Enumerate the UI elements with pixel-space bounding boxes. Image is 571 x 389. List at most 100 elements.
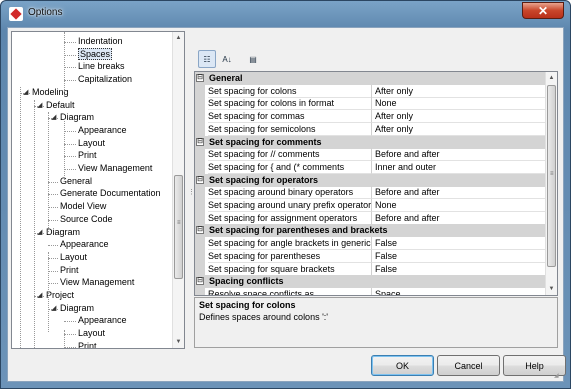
tree-item[interactable]: Source Code <box>60 213 113 226</box>
grid-property-row[interactable]: Set spacing for semicolons After only <box>195 122 545 136</box>
tree-item[interactable]: Spaces <box>78 47 113 61</box>
tree-item[interactable]: Capitalization <box>78 73 132 86</box>
property-value[interactable]: After only <box>371 110 545 124</box>
tree-scroll-thumb[interactable]: ≡ <box>174 175 183 279</box>
tree-item-label: Print <box>60 264 79 275</box>
splitter-grip-icon[interactable]: ⋮ <box>188 188 195 196</box>
grid-row-margin <box>195 249 205 263</box>
grid-category-row[interactable]: ⊟ Spacing conflicts <box>195 275 545 289</box>
options-tree[interactable]: ▲ ≡ ▼ Indentation Spaces Line breaks Capita… <box>11 31 185 349</box>
tree-item[interactable]: Default <box>46 99 75 112</box>
scroll-down-arrow-icon[interactable]: ▼ <box>546 283 557 295</box>
grid-property-row[interactable]: Set spacing for commas After only <box>195 110 545 124</box>
grid-property-row[interactable]: Set spacing for { and (* comments Inner a… <box>195 160 545 174</box>
collapse-toggle-icon[interactable]: ⊟ <box>196 74 204 82</box>
property-value[interactable]: Before and after <box>371 211 545 225</box>
tree-item[interactable]: Diagram <box>60 111 94 124</box>
tree-item[interactable]: Diagram <box>46 226 80 239</box>
tree-item[interactable]: Appearance <box>60 238 109 251</box>
tree-item[interactable]: Print <box>60 264 79 277</box>
tree-item[interactable]: Layout <box>78 137 105 150</box>
property-value[interactable]: False <box>371 262 545 276</box>
cancel-button[interactable]: Cancel <box>437 355 500 376</box>
property-grid[interactable]: ▲ ≡ ▼ ⊟ General Set spacing for colons Afte… <box>194 71 558 296</box>
tree-item[interactable]: View Management <box>60 276 134 289</box>
property-value[interactable]: Space <box>371 287 545 295</box>
tree-item[interactable]: Layout <box>60 251 87 264</box>
tree-connector <box>64 130 76 132</box>
grid-property-row[interactable]: Set spacing for angle brackets in generi… <box>195 237 545 251</box>
grid-property-row[interactable]: Set spacing around unary prefix operator… <box>195 199 545 212</box>
expand-triangle-icon[interactable]: ◢ <box>37 292 43 299</box>
grid-property-row[interactable]: Set spacing for // comments Before and af… <box>195 148 545 162</box>
close-button[interactable]: ✕ <box>522 2 564 19</box>
property-value[interactable]: False <box>371 237 545 251</box>
scroll-up-arrow-icon[interactable]: ▲ <box>546 72 557 84</box>
grid-row-margin <box>195 84 205 98</box>
property-value[interactable]: After only <box>371 84 545 98</box>
property-value[interactable]: None <box>371 97 545 111</box>
options-window: Options ✕ ▲ ≡ ▼ Indentation Spaces Line br… <box>0 0 571 389</box>
expand-triangle-icon[interactable]: ◢ <box>51 305 57 312</box>
grid-row-margin <box>195 262 205 276</box>
grid-property-row[interactable]: Set spacing for square brackets False <box>195 262 545 276</box>
property-value[interactable]: Before and after <box>371 148 545 162</box>
tree-item-label: Diagram <box>46 226 81 237</box>
collapse-toggle-icon[interactable]: ⊟ <box>196 137 204 146</box>
tree-connector <box>64 143 76 145</box>
grid-property-row[interactable]: Set spacing for parentheses False <box>195 249 545 263</box>
scroll-up-arrow-icon[interactable]: ▲ <box>173 32 184 44</box>
tree-item[interactable]: Print <box>78 340 97 348</box>
grid-category-label: Spacing conflicts <box>209 276 284 287</box>
tree-item[interactable]: Appearance <box>78 314 127 327</box>
grid-scroll-thumb[interactable]: ≡ <box>547 85 556 267</box>
grid-property-row[interactable]: Set spacing around binary operators Befor… <box>195 186 545 200</box>
tree-scrollbar[interactable]: ▲ ≡ ▼ <box>172 32 184 348</box>
tree-guide-line <box>64 32 65 92</box>
tree-item[interactable]: Print <box>78 149 97 162</box>
grid-category-row[interactable]: ⊟ Set spacing for parentheses and bracket… <box>195 224 545 238</box>
grid-category-row[interactable]: ⊟ General <box>195 72 545 85</box>
tree-item[interactable]: Line breaks <box>78 60 125 73</box>
expand-triangle-icon[interactable]: ◢ <box>37 229 43 236</box>
tree-item[interactable]: Indentation <box>78 35 123 48</box>
grid-property-row[interactable]: Set spacing for assignment operators Befo… <box>195 211 545 225</box>
tree-item[interactable]: Model View <box>60 200 106 213</box>
expand-triangle-icon[interactable]: ◢ <box>37 102 43 109</box>
tree-item[interactable]: View Management <box>78 162 152 175</box>
property-value[interactable]: False <box>371 249 545 263</box>
tree-item[interactable]: Appearance <box>78 124 127 137</box>
expand-triangle-icon[interactable]: ◢ <box>51 114 57 121</box>
grid-property-row[interactable]: Set spacing for colons in format None <box>195 97 545 111</box>
property-value[interactable]: None <box>371 199 545 212</box>
tree-item[interactable]: Diagram <box>60 302 94 315</box>
expand-triangle-icon[interactable]: ◢ <box>23 89 29 96</box>
tree-item[interactable]: Layout <box>78 327 105 340</box>
property-pages-button[interactable]: ▤ <box>244 50 262 68</box>
ok-button[interactable]: OK <box>371 355 434 376</box>
grid-row-margin <box>195 186 205 200</box>
property-value[interactable]: Before and after <box>371 186 545 200</box>
tree-item-label: Diagram <box>60 302 95 313</box>
grid-category-row[interactable]: ⊟ Set spacing for operators <box>195 173 545 187</box>
grid-row-margin <box>195 199 205 212</box>
grid-property-row[interactable]: Set spacing for colons After only <box>195 84 545 98</box>
collapse-toggle-icon[interactable]: ⊟ <box>196 226 204 235</box>
grid-scrollbar[interactable]: ▲ ≡ ▼ <box>545 72 557 295</box>
scroll-down-arrow-icon[interactable]: ▼ <box>173 336 184 348</box>
sort-alphabetical-button[interactable]: A↓ <box>218 50 236 68</box>
title-bar[interactable]: Options ✕ <box>1 1 570 27</box>
collapse-toggle-icon[interactable]: ⊟ <box>196 277 204 286</box>
tree-item[interactable]: Project <box>46 289 74 302</box>
property-name: Set spacing around binary operators <box>208 186 371 200</box>
property-value[interactable]: Inner and outer <box>371 160 545 174</box>
property-value[interactable]: After only <box>371 122 545 136</box>
tree-item[interactable]: Generate Documentation <box>60 187 161 200</box>
collapse-toggle-icon[interactable]: ⊟ <box>196 175 204 184</box>
tree-item-label: Source Code <box>60 213 113 224</box>
categorized-view-button[interactable]: ☷ <box>198 50 216 68</box>
tree-guide-line <box>20 87 21 348</box>
resize-grip-icon[interactable]: ◢ <box>554 372 562 380</box>
grid-property-row[interactable]: Resolve space conflicts as Space <box>195 287 545 295</box>
grid-category-row[interactable]: ⊟ Set spacing for comments <box>195 135 545 149</box>
